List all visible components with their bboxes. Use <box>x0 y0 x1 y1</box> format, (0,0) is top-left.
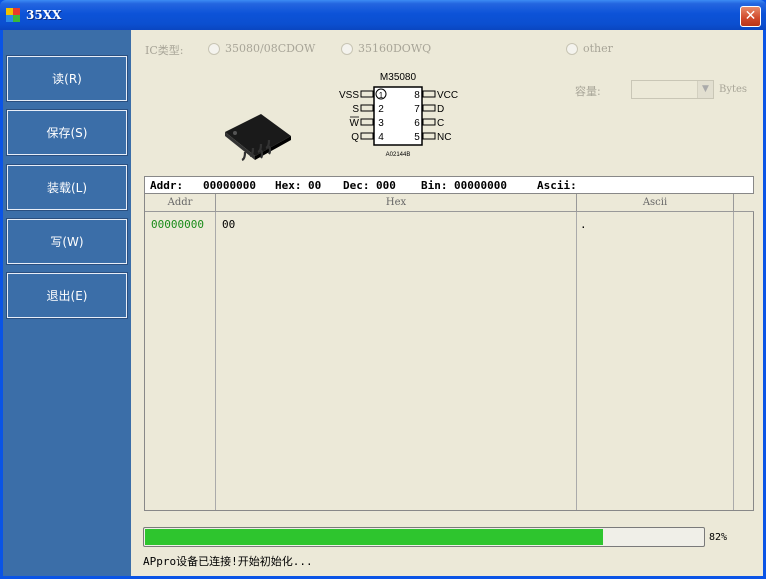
byte-info-bar: Addr: 00000000 Hex: 00 Dec: 000 Bin: 000… <box>144 176 754 194</box>
progress-percent: 82% <box>709 532 728 543</box>
app-window: 35XX ✕ 读(R) 保存(S) 装载(L) 写(W) 退出(E) IC类型:… <box>0 0 766 579</box>
pin-number-4: 4 <box>378 132 384 143</box>
row-hex-cell[interactable]: 00 <box>222 218 235 231</box>
status-text: APpro设备已连接!开始初始化... <box>143 555 313 568</box>
bin-value: 00000000 <box>454 179 507 192</box>
pin-label-c: C <box>437 118 444 129</box>
grid-header-blank <box>734 194 754 212</box>
pin-label-vcc: VCC <box>437 90 458 101</box>
addr-label: Addr: <box>150 179 184 192</box>
dec-label: Dec: <box>343 179 370 192</box>
pin-label-w: W <box>350 118 360 129</box>
radio-label: other <box>583 42 613 55</box>
hex-label: Hex: <box>275 179 302 192</box>
exit-button[interactable]: 退出(E) <box>6 272 128 319</box>
pin-label-q: Q <box>351 132 359 143</box>
pin-number-2: 2 <box>378 104 384 115</box>
dec-value: 000 <box>376 179 396 192</box>
radio-circle[interactable] <box>566 42 578 55</box>
grid-header-addr[interactable]: Addr <box>145 194 216 212</box>
progress-fill <box>145 529 603 545</box>
save-button[interactable]: 保存(S) <box>6 109 128 156</box>
client-area: 读(R) 保存(S) 装载(L) 写(W) 退出(E) IC类型: 35080/… <box>3 30 763 576</box>
column-divider <box>576 212 577 510</box>
addr-value: 00000000 <box>203 179 256 192</box>
row-ascii-cell[interactable]: . <box>580 218 587 231</box>
part-name: M35080 <box>380 72 417 83</box>
pin-label-s: S <box>352 104 359 115</box>
capacity-unit: Bytes <box>719 84 748 95</box>
app-icon <box>6 8 20 22</box>
column-divider <box>215 212 216 510</box>
close-button[interactable]: ✕ <box>740 6 761 27</box>
read-button[interactable]: 读(R) <box>6 55 128 102</box>
radio-label: 35160DOWQ <box>358 42 432 55</box>
progress-bar <box>143 527 705 547</box>
bin-label: Bin: <box>421 179 448 192</box>
write-button[interactable]: 写(W) <box>6 218 128 265</box>
pin-label-vss: VSS <box>339 90 359 101</box>
title-bar: 35XX ✕ <box>0 0 766 30</box>
sidebar: 读(R) 保存(S) 装载(L) 写(W) 退出(E) <box>3 30 131 576</box>
pin-number-8: 8 <box>414 90 420 101</box>
pinout-diagram: M35080 VSS S W Q 1 2 3 4 8 7 6 5 VCC D C… <box>339 72 458 158</box>
hex-grid[interactable]: Addr Hex Ascii 00000000 00 . <box>144 194 754 511</box>
radio-35080[interactable]: 35080/08CDOW <box>208 42 315 55</box>
radio-circle[interactable] <box>341 42 353 55</box>
ic-type-label: IC类型: <box>145 44 184 57</box>
radio-circle[interactable] <box>208 42 220 55</box>
capacity-label: 容量: <box>575 85 601 98</box>
chip-package-image <box>225 114 291 162</box>
pin-number-7: 7 <box>414 104 420 115</box>
hex-value: 00 <box>308 179 322 192</box>
grid-header-hex[interactable]: Hex <box>216 194 577 212</box>
capacity-select[interactable]: ▼ <box>631 80 714 99</box>
column-divider <box>733 212 734 510</box>
radio-other[interactable]: other <box>566 42 613 55</box>
pin-number-6: 6 <box>414 118 420 129</box>
grid-header-ascii[interactable]: Ascii <box>577 194 734 212</box>
pin-label-d: D <box>437 104 444 115</box>
radio-label: 35080/08CDOW <box>225 42 316 55</box>
load-button[interactable]: 装载(L) <box>6 164 128 211</box>
radio-35160[interactable]: 35160DOWQ <box>341 42 431 55</box>
pin-label-nc: NC <box>437 132 451 143</box>
chevron-down-icon[interactable]: ▼ <box>697 81 713 98</box>
pin-number-3: 3 <box>378 118 384 129</box>
pin-number-1: 1 <box>379 91 384 100</box>
window-title: 35XX <box>26 8 62 22</box>
row-addr-cell[interactable]: 00000000 <box>151 218 204 231</box>
diagram-code: A02144B <box>386 152 411 158</box>
pin-number-5: 5 <box>414 132 420 143</box>
ascii-label: Ascii: <box>537 179 577 192</box>
